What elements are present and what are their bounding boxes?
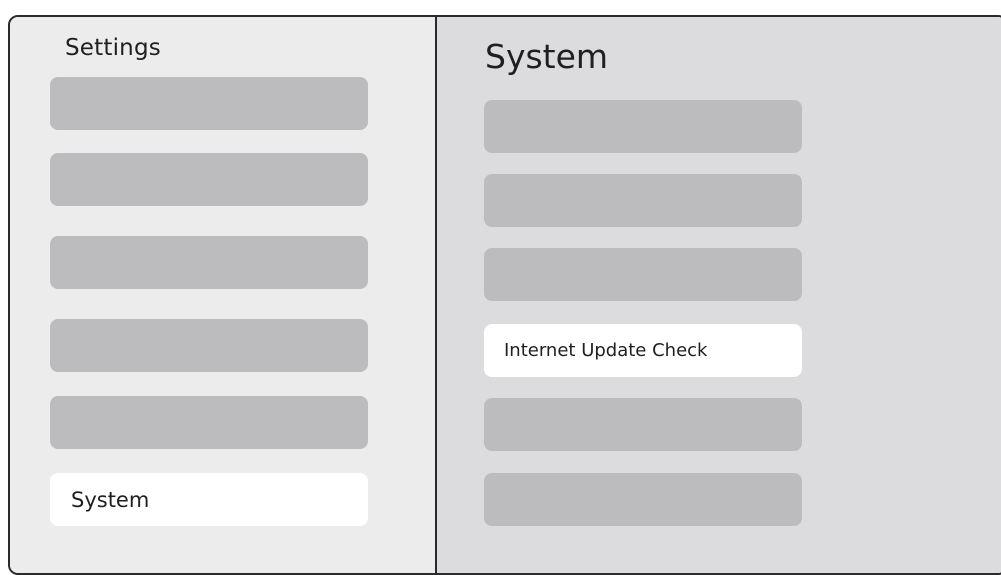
system-option-5[interactable]: [484, 398, 802, 451]
sidebar-item-system[interactable]: System: [50, 473, 368, 526]
system-option-1[interactable]: [484, 100, 802, 153]
page-title: System: [485, 37, 609, 76]
settings-sidebar: Settings System: [10, 17, 437, 573]
sidebar-item-label: System: [71, 487, 150, 512]
system-option-6[interactable]: [484, 473, 802, 526]
system-settings-panel: System Internet Update Check: [437, 17, 1001, 573]
sidebar-item-2[interactable]: [50, 153, 368, 206]
system-option-2[interactable]: [484, 174, 802, 227]
system-option-internet-update-check[interactable]: Internet Update Check: [484, 324, 802, 377]
system-option-label: Internet Update Check: [504, 340, 708, 361]
settings-window: Settings System System Internet Update C…: [8, 15, 1001, 575]
sidebar-item-4[interactable]: [50, 319, 368, 372]
system-option-3[interactable]: [484, 248, 802, 301]
sidebar-item-3[interactable]: [50, 236, 368, 289]
settings-title: Settings: [65, 35, 161, 61]
sidebar-item-1[interactable]: [50, 77, 368, 130]
sidebar-item-5[interactable]: [50, 396, 368, 449]
